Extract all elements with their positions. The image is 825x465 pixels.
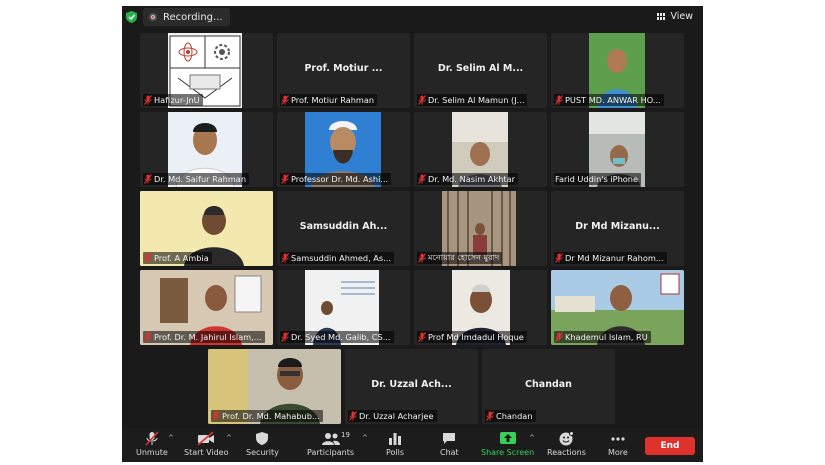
participant-tile[interactable]: Khademul Islam, RU: [551, 270, 684, 345]
participant-center-name: Dr. Selim Al M...: [437, 63, 524, 74]
share-screen-button[interactable]: Share Screen: [481, 431, 534, 457]
chat-bubble-icon: [443, 433, 456, 444]
muted-mic-icon: [281, 174, 289, 184]
participant-name-label: Dr. Syed Md. Galib, CS...: [280, 331, 394, 343]
recording-dot-icon: [149, 13, 157, 21]
participant-tile[interactable]: Chandan Chandan: [482, 349, 615, 424]
participant-name-label: Dr. Md. Saifur Rahman: [143, 173, 250, 185]
participant-name-label: Samsuddin Ahmed, As...: [280, 252, 394, 264]
participant-center-name: Dr Md Mizanu...: [575, 221, 660, 232]
participant-name-label: PUST MD. ANWAR HO...: [554, 94, 664, 106]
participant-tile[interactable]: Prof Md Imdadul Hoque: [414, 270, 547, 345]
share-options-chevron-icon[interactable]: ^: [529, 434, 535, 442]
participant-tile-active-speaker[interactable]: Prof. A Ambia: [140, 191, 273, 266]
participant-tile[interactable]: Dr Md Mizanu... Dr Md Mizanur Rahom...: [551, 191, 684, 266]
participant-name-label: Prof. Dr. Md. Mahabub...: [211, 410, 323, 422]
recording-indicator[interactable]: Recording...: [143, 8, 230, 26]
polls-bar-chart-icon: [389, 433, 402, 445]
muted-mic-icon: [555, 95, 563, 105]
security-button[interactable]: Security: [246, 431, 279, 457]
participant-tile[interactable]: Farid Uddin's iPhone: [551, 112, 684, 187]
participant-tile[interactable]: Dr. Md. Saifur Rahman: [140, 112, 273, 187]
muted-mic-icon: [212, 411, 220, 421]
participant-tile[interactable]: Hafizur-JnU: [140, 33, 273, 108]
reactions-smiley-icon: [559, 431, 575, 446]
end-meeting-button[interactable]: End: [645, 437, 695, 455]
muted-mic-icon: [418, 253, 426, 263]
muted-mic-icon: [144, 174, 152, 184]
participant-name-label: Prof. A Ambia: [143, 252, 212, 264]
reactions-button[interactable]: Reactions: [547, 431, 586, 457]
view-label: View: [670, 11, 693, 22]
encryption-shield-icon[interactable]: [126, 11, 137, 23]
muted-mic-icon: [281, 253, 289, 263]
participant-name-label: Dr. Md. Nasim Akhtar: [417, 173, 518, 185]
participant-name-label: মনোয়ার হোসেন মুরাদ: [417, 252, 503, 264]
muted-mic-icon: [281, 95, 289, 105]
participant-tile[interactable]: Dr. Syed Md. Galib, CS...: [277, 270, 410, 345]
muted-mic-icon: [418, 95, 426, 105]
muted-mic-icon: [281, 332, 289, 342]
security-shield-icon: [256, 432, 269, 445]
unmute-button[interactable]: Unmute: [136, 431, 168, 457]
participant-name-label: Hafizur-JnU: [143, 94, 203, 106]
muted-mic-icon: [349, 411, 357, 421]
participant-name-label: Dr Md Mizanur Rahom...: [554, 252, 667, 264]
participant-name-label: Prof Md Imdadul Hoque: [417, 331, 527, 343]
muted-mic-icon: [418, 332, 426, 342]
participant-name-label: Prof. Dr. M. Jahirul Islam,...: [143, 331, 265, 343]
participant-name-label: Prof. Motiur Rahman: [280, 94, 378, 106]
participant-name-label: Chandan: [485, 410, 536, 422]
participants-options-chevron-icon[interactable]: ^: [362, 434, 368, 442]
muted-mic-icon: [144, 253, 152, 263]
audio-options-chevron-icon[interactable]: ^: [168, 434, 174, 442]
zoom-meeting-window: Recording... View Hafizur-JnU Prof. Moti…: [122, 6, 703, 462]
chat-button[interactable]: Chat: [440, 431, 459, 457]
participant-name-label: Khademul Islam, RU: [554, 331, 651, 343]
participant-center-name: Samsuddin Ah...: [299, 221, 388, 232]
participant-name-label: Farid Uddin's iPhone: [554, 173, 642, 185]
top-bar: Recording... View: [122, 6, 703, 28]
participants-icon: [321, 433, 340, 445]
muted-mic-icon: [486, 411, 494, 421]
more-dots-icon: [611, 437, 625, 441]
participant-center-name: Prof. Motiur ...: [304, 63, 383, 74]
participant-tile[interactable]: Prof. Dr. M. Jahirul Islam,...: [140, 270, 273, 345]
participant-tile[interactable]: মনোয়ার হোসেন মুরাদ: [414, 191, 547, 266]
participant-center-name: Chandan: [525, 379, 572, 390]
video-off-icon: [197, 431, 215, 446]
more-button[interactable]: More: [608, 431, 628, 457]
participant-name-label: Dr. Selim Al Mamun (J...: [417, 94, 528, 106]
muted-mic-icon: [555, 332, 563, 342]
participant-name-label: Dr. Uzzal Acharjee: [348, 410, 437, 422]
participant-tile[interactable]: Prof. Dr. Md. Mahabub...: [208, 349, 341, 424]
participant-count-badge: 19: [341, 431, 350, 439]
participant-tile[interactable]: Prof. Motiur ... Prof. Motiur Rahman: [277, 33, 410, 108]
muted-mic-icon: [144, 95, 152, 105]
muted-microphone-icon: [145, 431, 159, 446]
muted-mic-icon: [418, 174, 426, 184]
muted-mic-icon: [555, 253, 563, 263]
recording-label: Recording...: [163, 11, 223, 23]
video-options-chevron-icon[interactable]: ^: [226, 434, 232, 442]
start-video-button[interactable]: Start Video: [184, 431, 229, 457]
grid-view-icon: [657, 12, 666, 21]
participant-center-name: Dr. Uzzal Ach...: [371, 379, 452, 390]
view-button[interactable]: View: [657, 11, 693, 22]
participant-tile[interactable]: Samsuddin Ah... Samsuddin Ahmed, As...: [277, 191, 410, 266]
participant-tile[interactable]: Dr. Selim Al M... Dr. Selim Al Mamun (J.…: [414, 33, 547, 108]
share-screen-icon: [499, 432, 516, 444]
participant-tile[interactable]: PUST MD. ANWAR HO...: [551, 33, 684, 108]
meeting-toolbar: Unmute ^ Start Video ^ Security Particip…: [122, 428, 703, 462]
participant-name-label: Professor Dr. Md. Ashi...: [280, 173, 392, 185]
polls-button[interactable]: Polls: [386, 431, 404, 457]
participant-tile[interactable]: Professor Dr. Md. Ashi...: [277, 112, 410, 187]
muted-mic-icon: [144, 332, 152, 342]
participant-tile[interactable]: Dr. Uzzal Ach... Dr. Uzzal Acharjee: [345, 349, 478, 424]
participant-tile[interactable]: Dr. Md. Nasim Akhtar: [414, 112, 547, 187]
